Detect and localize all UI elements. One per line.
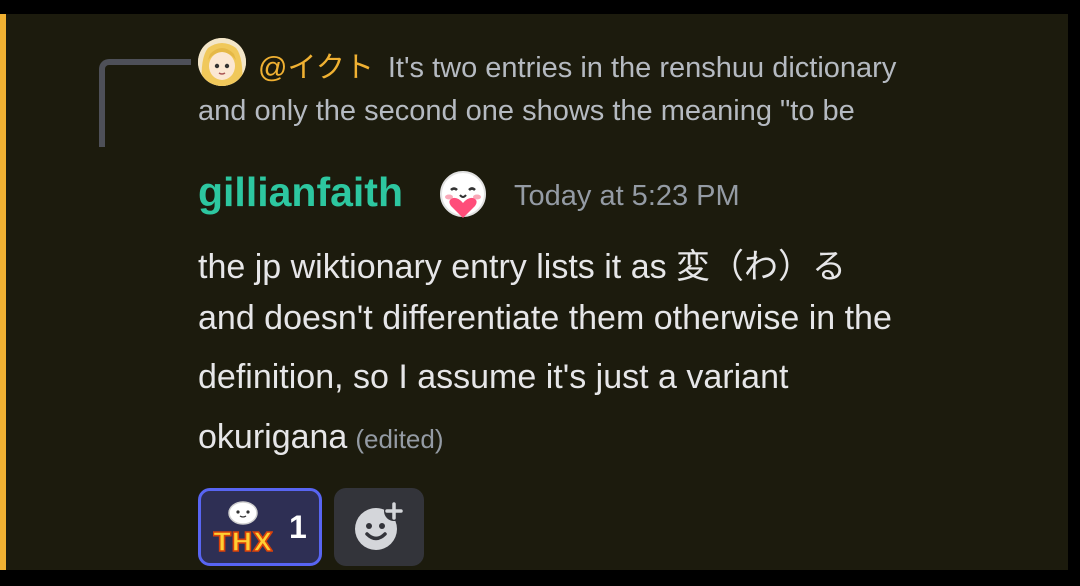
reaction-thx[interactable]: THX 1 [198, 488, 322, 566]
message-line: the jp wiktionary entry lists it as 変（わ）… [198, 248, 847, 286]
add-reaction-icon [355, 501, 404, 550]
add-reaction-button[interactable] [334, 488, 424, 566]
message-container: @イクト It's two entries in the renshuu dict… [0, 14, 1068, 570]
reply-author[interactable]: @イクト [258, 52, 374, 84]
reply-spine [99, 59, 191, 147]
reply-avatar[interactable] [198, 38, 246, 86]
anime-girl-avatar-icon [198, 38, 246, 86]
edited-label: (edited) [355, 424, 444, 454]
thx-emoji-text: THX [213, 528, 273, 558]
reply-text-2: and only the second one shows the meanin… [198, 95, 855, 127]
heart-blob-emoji-icon [437, 170, 489, 222]
reply-preview-line-2[interactable]: and only the second one shows the meanin… [198, 95, 1068, 128]
thx-emoji-icon: THX [213, 501, 273, 559]
message-line-last: okurigana (edited) [198, 418, 444, 457]
message-timestamp[interactable]: Today at 5:23 PM [514, 180, 740, 213]
reaction-count: 1 [289, 509, 307, 545]
message-line: and doesn't differentiate them otherwise… [198, 299, 892, 337]
message-text: okurigana [198, 418, 348, 456]
message-line: definition, so I assume it's just a vari… [198, 358, 789, 396]
message-author[interactable]: gillianfaith [198, 169, 403, 216]
reply-preview-line-1[interactable]: @イクト It's two entries in the renshuu dict… [258, 44, 1068, 86]
reply-text-1: It's two entries in the renshuu dictiona… [387, 52, 897, 84]
